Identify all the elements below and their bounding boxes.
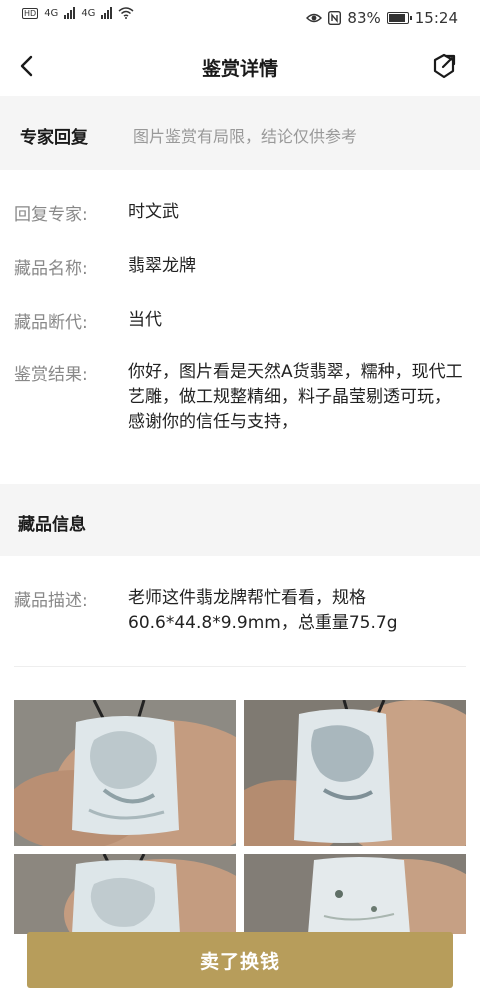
detail-value: 时文武 <box>128 202 179 222</box>
status-left: HD 4G 4G <box>22 7 134 19</box>
network-type-2: 4G <box>81 7 96 19</box>
item-info-title: 藏品信息 <box>18 515 86 535</box>
sell-for-cash-button[interactable]: 卖了换钱 <box>27 932 453 988</box>
expert-reply-header: 专家回复 图片鉴赏有局限，结论仅供参考 <box>0 96 480 170</box>
status-right: 83% 15:24 <box>306 9 458 27</box>
jade-photo-1[interactable] <box>14 700 236 846</box>
divider <box>14 666 466 667</box>
nfc-icon <box>328 11 342 25</box>
jade-photo-2[interactable] <box>244 700 466 846</box>
jade-photo-4[interactable] <box>244 854 466 934</box>
share-icon <box>433 53 456 79</box>
detail-label: 藏品断代: <box>14 313 88 333</box>
detail-row-description: 藏品描述: 老师这件翡龙牌帮忙看看，规格60.6*44.8*9.9mm，总重量7… <box>14 586 464 646</box>
share-button[interactable] <box>430 52 458 80</box>
network-type-1: 4G <box>44 7 59 19</box>
signal-icon <box>64 7 76 19</box>
battery-percent: 83% <box>347 9 381 27</box>
detail-label: 回复专家: <box>14 205 88 225</box>
expert-reply-title: 专家回复 <box>20 128 88 148</box>
nav-bar: 鉴赏详情 <box>0 36 480 96</box>
status-bar: HD 4G 4G 83% 15:24 <box>0 0 480 36</box>
detail-label: 藏品名称: <box>14 259 88 279</box>
detail-label: 鉴赏结果: <box>14 365 88 385</box>
wifi-icon <box>118 7 134 19</box>
clock: 15:24 <box>414 9 458 27</box>
detail-value: 你好，图片看是天然A货翡翠，糯种，现代工艺雕，做工规整精细，料子晶莹剔透可玩，感… <box>128 362 463 432</box>
page-title: 鉴赏详情 <box>201 58 278 80</box>
detail-row-result: 鉴赏结果: 你好，图片看是天然A货翡翠，糯种，现代工艺雕，做工规整精细，料子晶莹… <box>14 360 464 460</box>
detail-value: 老师这件翡龙牌帮忙看看，规格60.6*44.8*9.9mm，总重量75.7g <box>128 588 398 633</box>
eye-icon <box>306 13 323 23</box>
detail-label: 藏品描述: <box>14 591 88 611</box>
disclaimer-note: 图片鉴赏有局限，结论仅供参考 <box>133 127 358 146</box>
detail-value: 翡翠龙牌 <box>128 256 196 276</box>
signal-icon-2 <box>101 7 113 19</box>
item-info-header: 藏品信息 <box>0 484 480 556</box>
detail-value: 当代 <box>128 310 162 330</box>
jade-photo-3[interactable] <box>14 854 236 934</box>
battery-icon <box>386 12 412 24</box>
hd-icon: HD <box>22 7 39 19</box>
